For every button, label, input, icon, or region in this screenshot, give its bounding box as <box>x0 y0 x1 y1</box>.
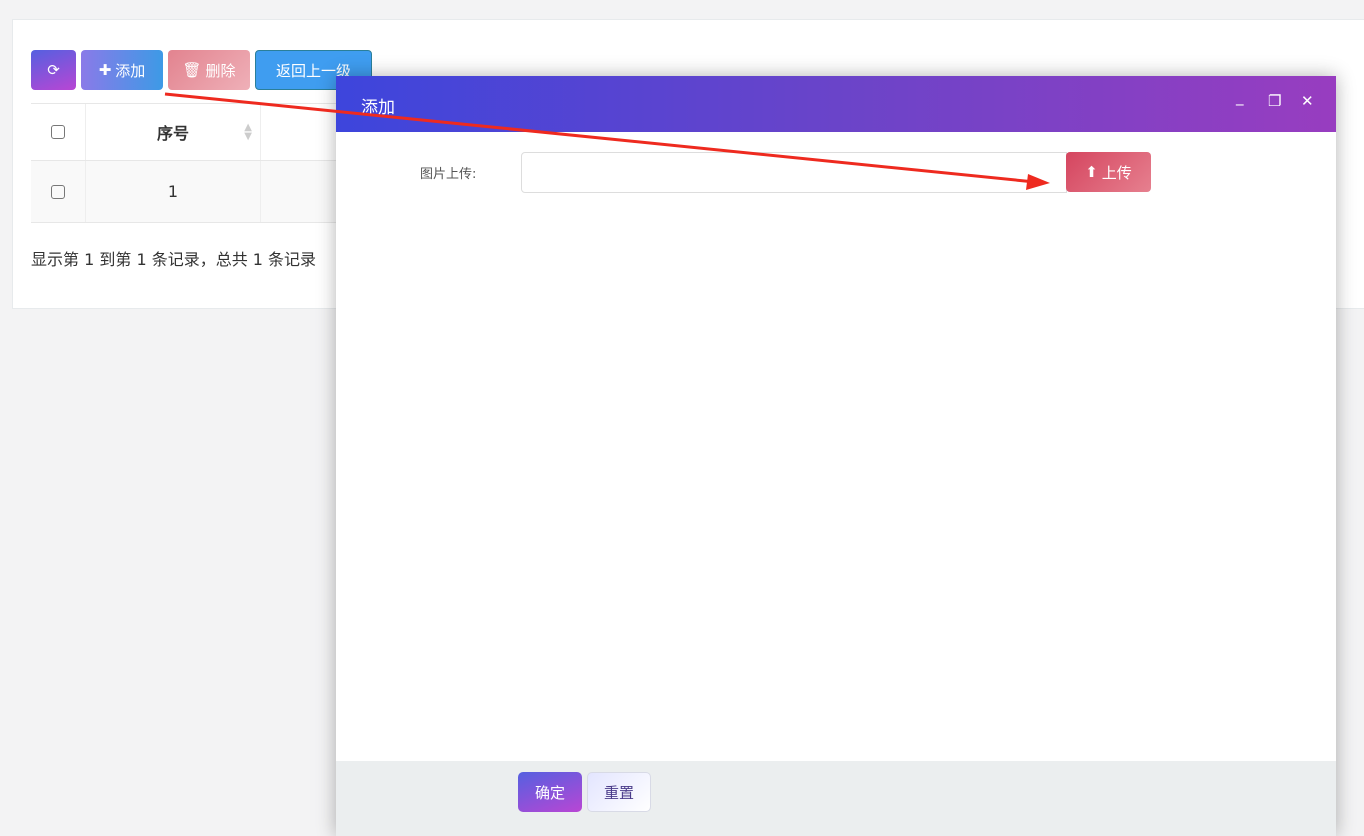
delete-button[interactable]: 🗑 删除 <box>168 50 250 90</box>
column-header-index[interactable]: 序号 <box>157 120 189 144</box>
maximize-icon[interactable]: ❐ <box>1268 92 1281 110</box>
select-all-checkbox[interactable] <box>51 125 65 139</box>
dialog-title: 添加 <box>361 98 395 118</box>
upload-button[interactable]: ⬆ 上传 <box>1066 152 1151 192</box>
plus-icon: ✚ <box>98 61 112 79</box>
table-row: 1 <box>31 161 351 223</box>
dialog-header[interactable]: 添加 _ ❐ ✕ <box>336 76 1336 132</box>
image-upload-input[interactable] <box>521 152 1067 193</box>
add-button[interactable]: ✚ 添加 <box>81 50 163 90</box>
trash-icon: 🗑 <box>182 61 202 79</box>
refresh-icon: ⟳ <box>47 61 60 79</box>
close-icon[interactable]: ✕ <box>1301 92 1314 110</box>
upload-label: 上传 <box>1101 163 1132 182</box>
row-checkbox[interactable] <box>51 184 65 199</box>
add-label: 添加 <box>115 61 146 80</box>
row-index: 1 <box>167 182 179 201</box>
refresh-button[interactable]: ⟳ <box>31 50 76 90</box>
dialog-footer: 确定 重置 <box>336 761 1336 836</box>
pagination-summary: 显示第 1 到第 1 条记录，总共 1 条记录 <box>31 250 317 269</box>
delete-label: 删除 <box>205 61 236 80</box>
minimize-icon[interactable]: _ <box>1236 88 1244 106</box>
confirm-button[interactable]: 确定 <box>518 772 582 812</box>
reset-button[interactable]: 重置 <box>587 772 651 812</box>
upload-icon: ⬆ <box>1085 163 1098 181</box>
sort-icon[interactable]: ▲ ▼ <box>244 123 252 142</box>
image-upload-label: 图片上传: <box>420 167 477 182</box>
data-table: 序号 ▲ ▼ 1 <box>31 103 351 223</box>
table-header: 序号 ▲ ▼ <box>31 104 351 161</box>
add-dialog: 添加 _ ❐ ✕ 图片上传: ⬆ 上传 确定 重置 <box>336 76 1336 836</box>
